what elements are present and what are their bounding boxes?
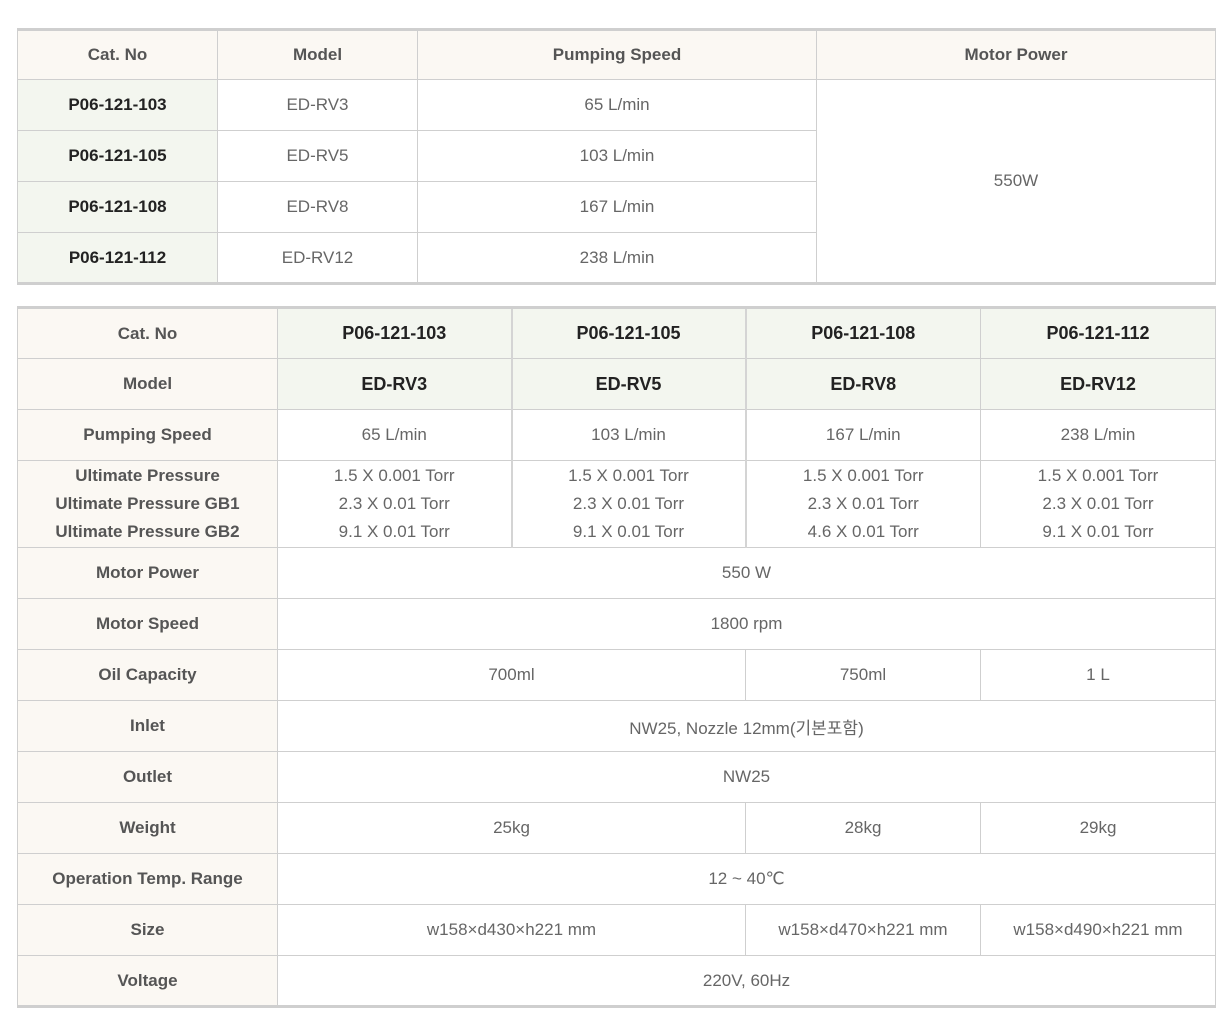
weight-cell: 28kg [745,802,981,854]
pumping-speed-cell: 167 L/min [745,409,981,461]
ultimate-pressure-gb1-label: Ultimate Pressure GB1 [55,494,240,513]
oil-capacity-label: Oil Capacity [17,649,278,701]
outlet-label: Outlet [17,751,278,803]
cat-no-label: Cat. No [17,307,278,359]
ultimate-pressure-label: Ultimate Pressure [75,466,220,485]
pressure-gb2-value: 9.1 X 0.01 Torr [338,522,450,541]
cat-no-cell: P06-121-105 [511,307,747,359]
temp-range-label: Operation Temp. Range [17,853,278,905]
model-summary-table: Cat. No Model Pumping Speed Motor Power … [17,28,1216,285]
pumping-speed-cell: 167 L/min [417,181,817,233]
header-motor-power: Motor Power [816,29,1216,80]
size-cell: w158×d490×h221 mm [980,904,1216,956]
size-cell: w158×d470×h221 mm [745,904,981,956]
cat-no-cell: P06-121-112 [17,232,218,284]
pressure-value: 1.5 X 0.001 Torr [333,466,455,485]
oil-capacity-cell: 1 L [980,649,1216,701]
voltage-row: Voltage 220V, 60Hz [17,955,1216,1007]
pressure-value: 1.5 X 0.001 Torr [802,466,924,485]
pumping-speed-cell: 65 L/min [277,409,513,461]
pressure-gb2-value: 9.1 X 0.01 Torr [572,522,685,541]
header-model: Model [217,29,418,80]
model-cell: ED-RV12 [980,358,1216,410]
motor-power-cell: 550 W [277,547,1216,599]
model-label: Model [17,358,278,410]
pressure-cell: 1.5 X 0.001 Torr 2.3 X 0.01 Torr 9.1 X 0… [980,460,1216,548]
motor-speed-label: Motor Speed [17,598,278,650]
weight-row: Weight 25kg 28kg 29kg [17,802,1216,854]
voltage-cell: 220V, 60Hz [277,955,1216,1007]
cat-no-cell: P06-121-103 [277,307,513,359]
motor-power-row: Motor Power 550 W [17,547,1216,599]
cat-no-cell: P06-121-112 [980,307,1216,359]
motor-speed-row: Motor Speed 1800 rpm [17,598,1216,650]
model-cell: ED-RV8 [217,181,418,233]
outlet-row: Outlet NW25 [17,751,1216,803]
inlet-cell: NW25, Nozzle 12mm(기본포함) [277,700,1216,752]
pumping-speed-cell: 103 L/min [417,130,817,182]
motor-power-cell: 550W [816,79,1216,284]
outlet-cell: NW25 [277,751,1216,803]
pressure-gb2-value: 9.1 X 0.01 Torr [1042,522,1154,541]
pressure-gb1-value: 2.3 X 0.01 Torr [572,494,685,513]
model-cell: ED-RV8 [745,358,981,410]
ultimate-pressure-gb2-label: Ultimate Pressure GB2 [55,522,240,541]
pumping-speed-label: Pumping Speed [17,409,278,461]
pumping-speed-cell: 238 L/min [417,232,817,284]
pressure-gb1-value: 2.3 X 0.01 Torr [807,494,919,513]
size-cell: w158×d430×h221 mm [277,904,746,956]
pressure-gb1-value: 2.3 X 0.01 Torr [1042,494,1154,513]
pressure-gb2-value: 4.6 X 0.01 Torr [807,522,919,541]
table-row: P06-121-103 ED-RV3 65 L/min 550W [17,79,1216,284]
spec-table: Cat. No P06-121-103 P06-121-105 P06-121-… [17,306,1216,1008]
cat-no-cell: P06-121-105 [17,130,218,182]
size-label: Size [17,904,278,956]
inlet-label: Inlet [17,700,278,752]
model-row: Model ED-RV3 ED-RV5 ED-RV8 ED-RV12 [17,358,1216,410]
model-cell: ED-RV12 [217,232,418,284]
pressure-value: 1.5 X 0.001 Torr [1037,466,1159,485]
temp-range-row: Operation Temp. Range 12 ~ 40℃ [17,853,1216,905]
oil-capacity-cell: 700ml [277,649,746,701]
oil-capacity-row: Oil Capacity 700ml 750ml 1 L [17,649,1216,701]
inlet-row: Inlet NW25, Nozzle 12mm(기본포함) [17,700,1216,752]
pressure-value: 1.5 X 0.001 Torr [568,466,689,485]
pressure-gb1-value: 2.3 X 0.01 Torr [338,494,450,513]
pumping-speed-cell: 65 L/min [417,79,817,131]
model-cell: ED-RV5 [511,358,747,410]
temp-range-cell: 12 ~ 40℃ [277,853,1216,905]
cat-no-cell: P06-121-108 [17,181,218,233]
pumping-speed-cell: 238 L/min [980,409,1216,461]
pressure-cell: 1.5 X 0.001 Torr 2.3 X 0.01 Torr 9.1 X 0… [511,460,747,548]
weight-label: Weight [17,802,278,854]
motor-power-label: Motor Power [17,547,278,599]
ultimate-pressure-labels: Ultimate Pressure Ultimate Pressure GB1 … [17,460,278,548]
pumping-speed-row: Pumping Speed 65 L/min 103 L/min 167 L/m… [17,409,1216,461]
pumping-speed-cell: 103 L/min [511,409,747,461]
model-cell: ED-RV5 [217,130,418,182]
cat-no-row: Cat. No P06-121-103 P06-121-105 P06-121-… [17,307,1216,359]
pressure-cell: 1.5 X 0.001 Torr 2.3 X 0.01 Torr 4.6 X 0… [745,460,981,548]
header-pumping-speed: Pumping Speed [417,29,817,80]
oil-capacity-cell: 750ml [745,649,981,701]
cat-no-cell: P06-121-108 [745,307,981,359]
voltage-label: Voltage [17,955,278,1007]
weight-cell: 25kg [277,802,746,854]
pressure-cell: 1.5 X 0.001 Torr 2.3 X 0.01 Torr 9.1 X 0… [277,460,513,548]
weight-cell: 29kg [980,802,1216,854]
size-row: Size w158×d430×h221 mm w158×d470×h221 mm… [17,904,1216,956]
ultimate-pressure-row: Ultimate Pressure Ultimate Pressure GB1 … [17,460,1216,548]
model-cell: ED-RV3 [277,358,513,410]
model-cell: ED-RV3 [217,79,418,131]
header-cat-no: Cat. No [17,29,218,80]
table-header-row: Cat. No Model Pumping Speed Motor Power [17,29,1216,80]
cat-no-cell: P06-121-103 [17,79,218,131]
motor-speed-cell: 1800 rpm [277,598,1216,650]
